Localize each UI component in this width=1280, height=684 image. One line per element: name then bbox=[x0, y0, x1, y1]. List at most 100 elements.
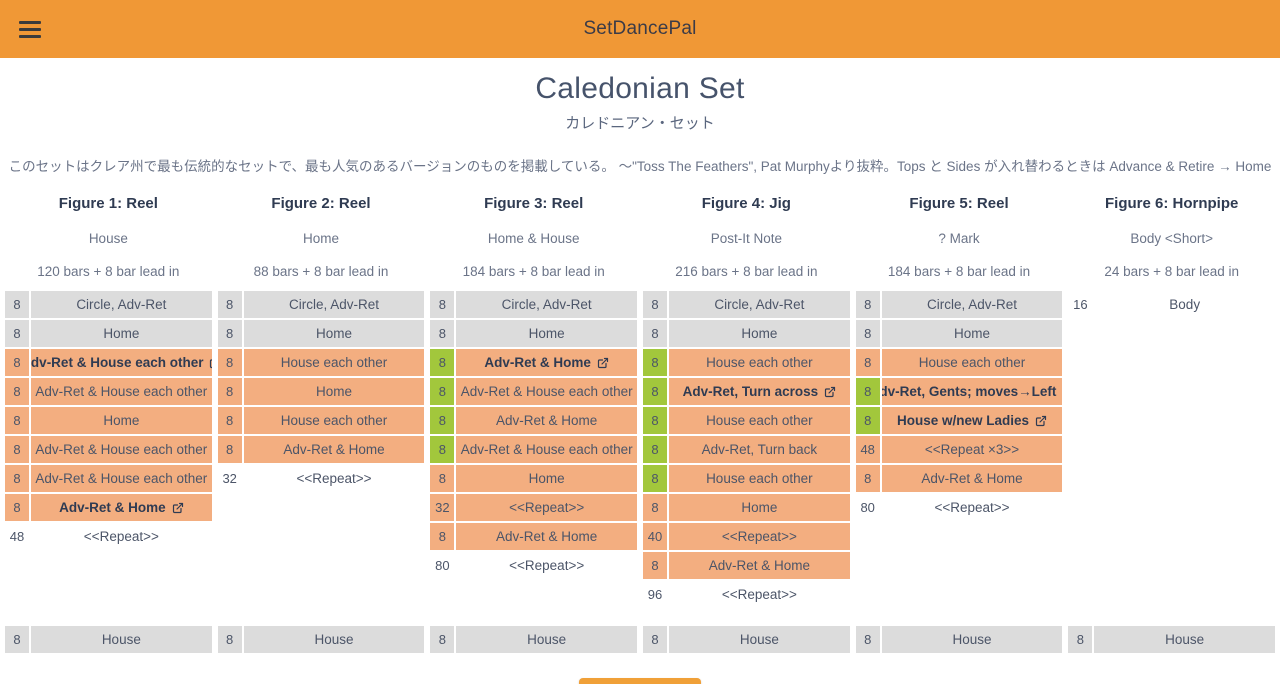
hamburger-bar bbox=[19, 20, 41, 24]
move-text: House bbox=[739, 632, 779, 647]
figure-row[interactable]: 8 Adv-Ret, Gents; moves→Left bbox=[855, 378, 1063, 405]
figure-bar-count: 184 bars + 8 bar lead in bbox=[887, 264, 1031, 279]
bar-count: 40 bbox=[643, 523, 668, 550]
figure-row: 8 Home bbox=[855, 320, 1063, 347]
move-text: Adv-Ret, Turn back bbox=[701, 442, 818, 457]
move-text: Body bbox=[1169, 297, 1201, 312]
figure-row: 8 House each other bbox=[217, 407, 425, 434]
figure-rows: 16 Body bbox=[1068, 291, 1275, 318]
move-label: Circle, Adv-Ret bbox=[243, 291, 425, 318]
figure-header: Figure 5: Reel ? Mark 184 bars + 8 bar lea… bbox=[856, 195, 1063, 279]
move-text: Home bbox=[316, 326, 353, 341]
external-link-icon[interactable] bbox=[597, 357, 609, 369]
move-label: Adv-Ret & Home bbox=[881, 465, 1063, 492]
figure-row: 8 Circle, Adv-Ret bbox=[855, 291, 1063, 318]
page-description: このセットはクレア州で最も伝統的なセットで、最も人気のあるバージョンのものを掲載… bbox=[8, 159, 1272, 174]
move-label: Adv-Ret & House each other bbox=[31, 436, 212, 463]
figure-header: Figure 2: Reel Home 88 bars + 8 bar lead i… bbox=[218, 195, 425, 279]
figure-row: 8 Adv-Ret & Home bbox=[430, 407, 638, 434]
figure-column: Figure 1: Reel House 120 bars + 8 bar lead… bbox=[2, 195, 215, 552]
move-text: <<Repeat>> bbox=[83, 529, 159, 544]
bar-count: 8 bbox=[643, 291, 668, 318]
figure-row[interactable]: 8 House w/new Ladies bbox=[855, 407, 1063, 434]
bar-count: 8 bbox=[5, 378, 29, 405]
figure-row: 8 Adv-Ret, Turn back bbox=[643, 436, 850, 463]
figure-title: Figure 1: Reel bbox=[58, 195, 158, 212]
app-bar: SetDancePal bbox=[0, 0, 1280, 58]
external-link-icon[interactable] bbox=[824, 386, 836, 398]
bar-count: 8 bbox=[643, 494, 668, 521]
figure-row[interactable]: 8 Adv-Ret & Home bbox=[5, 494, 212, 521]
figure-title: Figure 4: Jig bbox=[701, 195, 791, 212]
figure-row: 8 Circle, Adv-Ret bbox=[430, 291, 638, 318]
move-text: <<Repeat>> bbox=[509, 500, 585, 515]
move-label: Home bbox=[243, 320, 425, 347]
bar-count: 8 bbox=[5, 494, 29, 521]
figure-row: 8 Circle, Adv-Ret bbox=[643, 291, 850, 318]
figure-subtitle: Home bbox=[303, 231, 340, 246]
footer-column: 8 House bbox=[215, 626, 428, 655]
back-button[interactable]: 戻る / BACK bbox=[579, 678, 701, 684]
bar-count: 8 bbox=[855, 407, 880, 434]
move-label: House each other bbox=[881, 349, 1063, 376]
external-link-icon[interactable] bbox=[172, 502, 184, 514]
bar-count: 8 bbox=[430, 407, 455, 434]
footer-row: 8 House bbox=[855, 626, 1063, 653]
figure-title: Figure 5: Reel bbox=[909, 195, 1009, 212]
move-text: Adv-Ret & Home bbox=[496, 529, 598, 544]
bar-count: 8 bbox=[430, 465, 455, 492]
figure-row[interactable]: 8 Adv-Ret & Home bbox=[430, 349, 638, 376]
move-text: House each other bbox=[706, 355, 813, 370]
external-link-icon[interactable] bbox=[209, 357, 212, 369]
external-link-icon[interactable] bbox=[1035, 415, 1047, 427]
move-label[interactable]: Adv-Ret, Gents; moves→Left bbox=[881, 378, 1063, 405]
bar-count: 8 bbox=[5, 436, 29, 463]
move-text: <<Repeat>> bbox=[934, 500, 1010, 515]
footer-row: 8 House bbox=[217, 626, 425, 653]
figure-row[interactable]: 8 Adv-Ret, Turn across bbox=[643, 378, 850, 405]
move-label: Circle, Adv-Ret bbox=[456, 291, 638, 318]
move-label[interactable]: Adv-Ret & House each other bbox=[31, 349, 212, 376]
move-label[interactable]: House w/new Ladies bbox=[881, 407, 1063, 434]
bar-count: 8 bbox=[430, 378, 455, 405]
bar-count: 32 bbox=[222, 471, 237, 486]
bar-count: 8 bbox=[643, 552, 668, 579]
figure-bar-count: 184 bars + 8 bar lead in bbox=[462, 264, 605, 279]
move-label: Adv-Ret & Home bbox=[669, 552, 850, 579]
move-label: House bbox=[669, 626, 850, 653]
move-label[interactable]: Adv-Ret & Home bbox=[31, 494, 212, 521]
bar-count: 8 bbox=[5, 291, 29, 318]
move-label[interactable]: Adv-Ret, Turn across bbox=[669, 378, 850, 405]
figure-bar-count: 88 bars + 8 bar lead in bbox=[253, 264, 389, 279]
move-text: Adv-Ret & House each other bbox=[35, 471, 208, 486]
bar-count: 32 bbox=[430, 494, 455, 521]
figure-row: 8 Adv-Ret & House each other bbox=[5, 436, 212, 463]
bar-count: 8 bbox=[5, 320, 29, 347]
move-label: Home bbox=[669, 494, 850, 521]
bar-count: 16 bbox=[1073, 297, 1088, 312]
move-label[interactable]: Adv-Ret & Home bbox=[456, 349, 638, 376]
move-label: Adv-Ret & House each other bbox=[31, 465, 212, 492]
move-text: Circle, Adv-Ret bbox=[76, 297, 167, 312]
figure-header: Figure 3: Reel Home & House 184 bars + 8 b… bbox=[430, 195, 637, 279]
figure-row: 8 Home bbox=[217, 378, 425, 405]
hamburger-menu-icon[interactable] bbox=[16, 15, 44, 43]
bar-count: 8 bbox=[5, 407, 29, 434]
move-text: Adv-Ret & Home bbox=[59, 500, 166, 515]
move-label: House bbox=[1094, 626, 1276, 653]
figure-row[interactable]: 8 Adv-Ret & House each other bbox=[5, 349, 212, 376]
move-label: Home bbox=[456, 320, 638, 347]
page-subtitle: カレドニアン・セット bbox=[565, 115, 715, 132]
bar-count: 8 bbox=[855, 349, 880, 376]
move-label: House bbox=[31, 626, 212, 653]
figure-row: 8 House each other bbox=[643, 349, 850, 376]
move-text: House each other bbox=[706, 471, 813, 486]
footer-row: 8 House bbox=[5, 626, 212, 653]
move-text: Adv-Ret, Gents; moves→Left bbox=[881, 384, 1057, 399]
figure-row: 8 Adv-Ret & Home bbox=[217, 436, 425, 463]
bar-count: 80 bbox=[860, 500, 875, 515]
footer-column: 8 House bbox=[1065, 626, 1278, 655]
figure-row: 32 <<Repeat>> bbox=[430, 494, 638, 521]
move-label: Adv-Ret & Home bbox=[456, 523, 638, 550]
figure-row: 8 House each other bbox=[855, 349, 1063, 376]
